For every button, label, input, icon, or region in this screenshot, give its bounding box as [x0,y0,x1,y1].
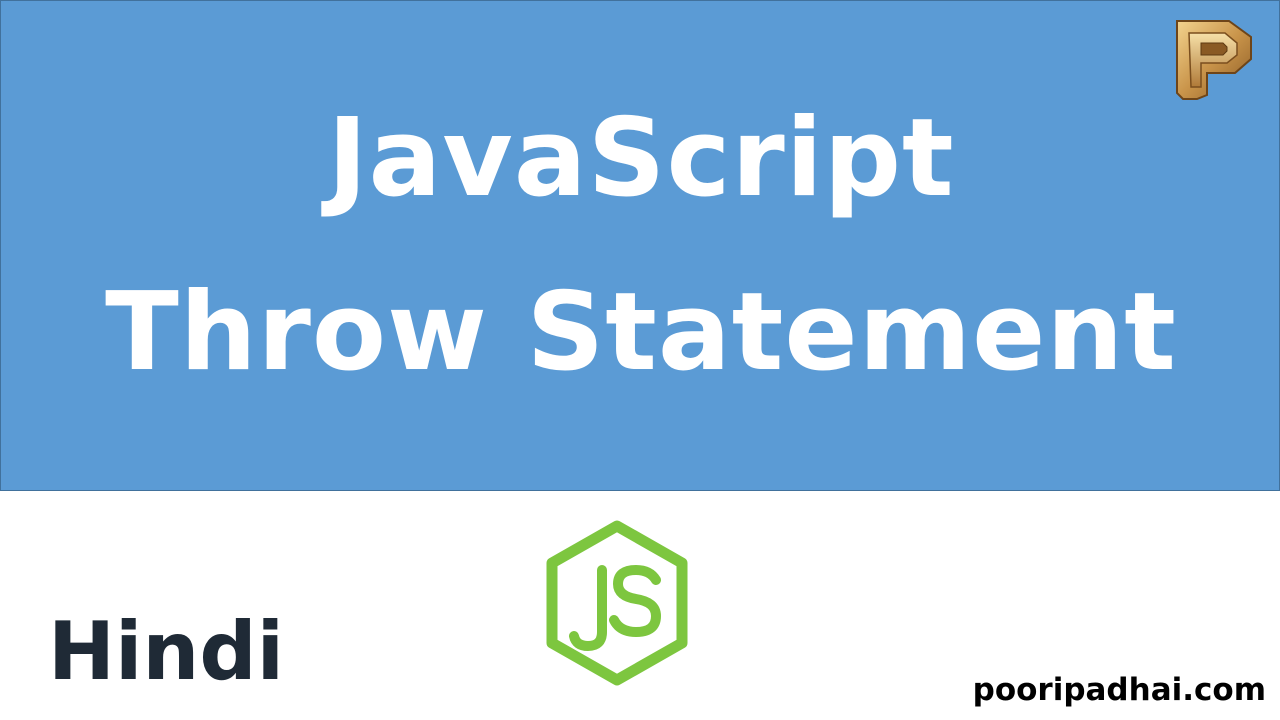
wooden-p-logo-icon: P [1171,15,1252,100]
title-line-1: JavaScript [327,96,955,221]
language-label: Hindi [48,605,285,698]
logo-letter: P [1171,15,1181,19]
nodejs-hexagon-icon: JS [544,520,688,686]
js-badge-text: JS [544,520,559,524]
thumbnail-slide: JavaScript Throw Statement P Hind [0,0,1280,720]
website-url: pooripadhai.com [972,672,1266,708]
title-banner: JavaScript Throw Statement P [0,0,1280,491]
title-line-2: Throw Statement [105,270,1177,395]
